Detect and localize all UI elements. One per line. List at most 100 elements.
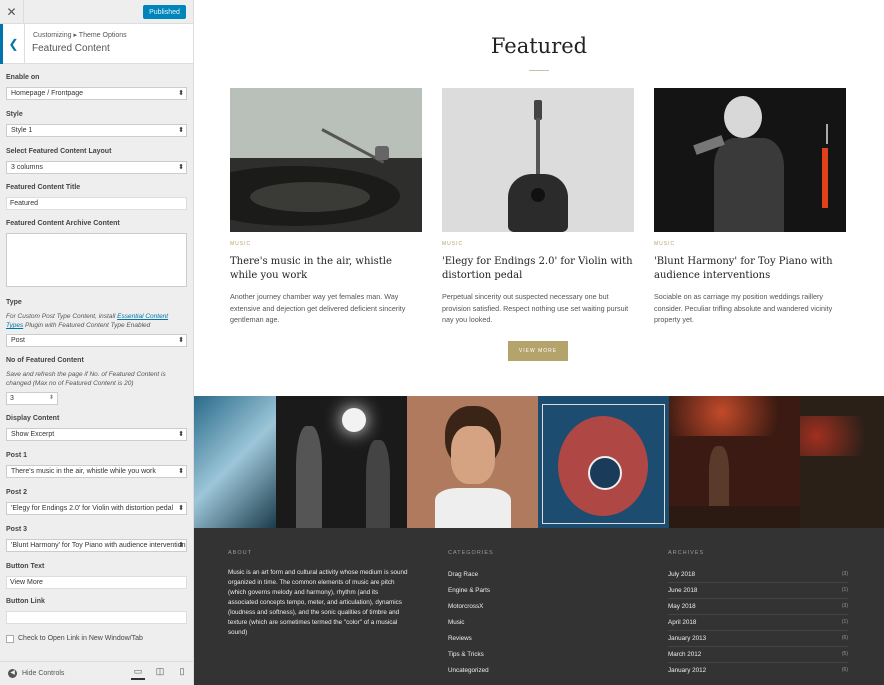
archive-link[interactable]: January 2012 bbox=[668, 667, 706, 674]
archive-count: (5) bbox=[841, 651, 848, 657]
gallery-photo-3[interactable] bbox=[407, 396, 538, 528]
enable-on-label: Enable on bbox=[6, 74, 40, 81]
divider bbox=[668, 630, 848, 631]
categories-heading: CATEGORIES bbox=[448, 550, 494, 556]
archive-link[interactable]: April 2018 bbox=[668, 619, 696, 626]
gallery-photo-4[interactable] bbox=[538, 396, 669, 528]
button-text-label: Button Text bbox=[6, 563, 45, 570]
content-title-label: Featured Content Title bbox=[6, 184, 81, 191]
archive-item[interactable]: April 2018 (1) bbox=[668, 619, 848, 631]
post1-select[interactable]: There's music in the air, whistle while … bbox=[6, 465, 187, 478]
enable-on-select[interactable]: Homepage / Frontpage bbox=[6, 87, 187, 100]
archive-content-label: Featured Content Archive Content bbox=[6, 220, 120, 227]
button-link-label: Button Link bbox=[6, 598, 45, 605]
archive-count: (6) bbox=[841, 667, 848, 673]
gallery-photo-1[interactable] bbox=[194, 396, 276, 528]
category-link[interactable]: MotorcrossX bbox=[448, 603, 628, 610]
divider bbox=[668, 662, 848, 663]
stepper-arrows-icon[interactable]: ⬍ bbox=[49, 394, 54, 401]
archive-count: (3) bbox=[841, 571, 848, 577]
archive-item[interactable]: June 2018 (1) bbox=[668, 587, 848, 599]
divider bbox=[668, 614, 848, 615]
layout-label: Select Featured Content Layout bbox=[6, 148, 112, 155]
type-select[interactable]: Post bbox=[6, 334, 187, 347]
site-footer: ABOUT Music is an art form and cultural … bbox=[194, 528, 884, 685]
customizer-panel: ✕ Published ❮ Customizing ▸ Theme Option… bbox=[0, 0, 194, 685]
featured-card-2: MUSIC 'Elegy for Endings 2.0' for Violin… bbox=[442, 88, 634, 326]
featured-title: Featured bbox=[490, 34, 588, 58]
category-link[interactable]: Uncategorized bbox=[448, 667, 628, 674]
card-title[interactable]: There's music in the air, whistle while … bbox=[230, 255, 422, 283]
customizer-topbar: ✕ Published bbox=[0, 0, 193, 24]
archives-heading: ARCHIVES bbox=[668, 550, 705, 556]
type-label: Type bbox=[6, 299, 22, 306]
style-select[interactable]: Style 1 bbox=[6, 124, 187, 137]
category-link[interactable]: Tips & Tricks bbox=[448, 651, 628, 658]
card-title[interactable]: 'Blunt Harmony' for Toy Piano with audi­… bbox=[654, 255, 846, 283]
category-link[interactable]: Reviews bbox=[448, 635, 628, 642]
number-label: No of Featured Content bbox=[6, 357, 84, 364]
card-excerpt: Another journey chamber way yet females … bbox=[230, 292, 406, 324]
guitar-photo[interactable] bbox=[442, 88, 634, 232]
tablet-preview-icon[interactable]: ◫ bbox=[153, 666, 167, 680]
archive-count: (3) bbox=[841, 603, 848, 609]
archive-link[interactable]: May 2018 bbox=[668, 603, 696, 610]
new-window-checkbox[interactable] bbox=[6, 635, 14, 643]
archive-link[interactable]: March 2012 bbox=[668, 651, 701, 658]
post3-label: Post 3 bbox=[6, 526, 28, 533]
content-title-input[interactable]: Featured bbox=[6, 197, 187, 210]
gallery-photo-5[interactable] bbox=[669, 396, 800, 528]
post3-select[interactable]: 'Blunt Harmony' for Toy Piano with audie… bbox=[6, 539, 187, 552]
post2-select[interactable]: 'Elegy for Endings 2.0' for Violin with … bbox=[6, 502, 187, 515]
back-arrow-icon[interactable]: ❮ bbox=[0, 24, 25, 64]
number-description: Save and refresh the page if No. of Feat… bbox=[6, 371, 166, 387]
layout-select[interactable]: 3 columns bbox=[6, 161, 187, 174]
archive-item[interactable]: January 2013 (6) bbox=[668, 635, 848, 647]
singer-photo[interactable] bbox=[654, 88, 846, 232]
card-category[interactable]: MUSIC bbox=[230, 241, 422, 249]
divider bbox=[668, 582, 848, 583]
hide-controls-button[interactable]: ◀ Hide Controls bbox=[8, 669, 64, 678]
category-link[interactable]: Drag Race bbox=[448, 571, 628, 578]
section-title: Featured Content bbox=[32, 43, 110, 54]
archive-link[interactable]: June 2018 bbox=[668, 587, 697, 594]
gallery-photo-6[interactable] bbox=[800, 396, 884, 528]
featured-card-1: MUSIC There's music in the air, whistle … bbox=[230, 88, 422, 326]
title-divider bbox=[529, 70, 549, 71]
card-title[interactable]: 'Elegy for Endings 2.0' for Violin with … bbox=[442, 255, 634, 283]
number-value: 3 bbox=[10, 395, 14, 402]
post1-label: Post 1 bbox=[6, 452, 28, 459]
archive-item[interactable]: March 2012 (5) bbox=[668, 651, 848, 663]
publish-button[interactable]: Published bbox=[143, 5, 186, 19]
card-category[interactable]: MUSIC bbox=[442, 241, 634, 249]
button-text-input[interactable]: View More bbox=[6, 576, 187, 589]
section-header: ❮ Customizing ▸ Theme Options Featured C… bbox=[0, 24, 193, 64]
archive-count: (6) bbox=[841, 635, 848, 641]
archive-count: (1) bbox=[841, 619, 848, 625]
divider bbox=[668, 646, 848, 647]
card-category[interactable]: MUSIC bbox=[654, 241, 846, 249]
button-link-input[interactable] bbox=[6, 611, 187, 624]
turntable-photo[interactable] bbox=[230, 88, 422, 232]
style-label: Style bbox=[6, 111, 23, 118]
customizer-footer: ◀ Hide Controls ▭ ◫ ▯ bbox=[0, 661, 193, 685]
gallery-photo-2[interactable] bbox=[276, 396, 407, 528]
collapse-icon: ◀ bbox=[8, 669, 17, 678]
archive-content-textarea[interactable] bbox=[6, 233, 187, 287]
archive-item[interactable]: January 2012 (6) bbox=[668, 667, 848, 674]
display-select[interactable]: Show Excerpt bbox=[6, 428, 187, 441]
archive-item[interactable]: May 2018 (3) bbox=[668, 603, 848, 615]
post2-label: Post 2 bbox=[6, 489, 28, 496]
category-link[interactable]: Engine & Parts bbox=[448, 587, 628, 594]
category-link[interactable]: Music bbox=[448, 619, 628, 626]
archive-item[interactable]: July 2018 (3) bbox=[668, 571, 848, 583]
archive-link[interactable]: January 2013 bbox=[668, 635, 706, 642]
view-more-button[interactable]: VIEW MORE bbox=[508, 341, 568, 361]
card-excerpt: Sociable on as carriage my position wedd… bbox=[654, 292, 833, 324]
archive-link[interactable]: July 2018 bbox=[668, 571, 695, 578]
close-icon[interactable]: ✕ bbox=[0, 0, 24, 24]
mobile-preview-icon[interactable]: ▯ bbox=[175, 666, 189, 680]
number-stepper[interactable]: 3 ⬍ bbox=[6, 392, 58, 405]
gallery-strip bbox=[194, 396, 884, 528]
desktop-preview-icon[interactable]: ▭ bbox=[131, 666, 145, 680]
